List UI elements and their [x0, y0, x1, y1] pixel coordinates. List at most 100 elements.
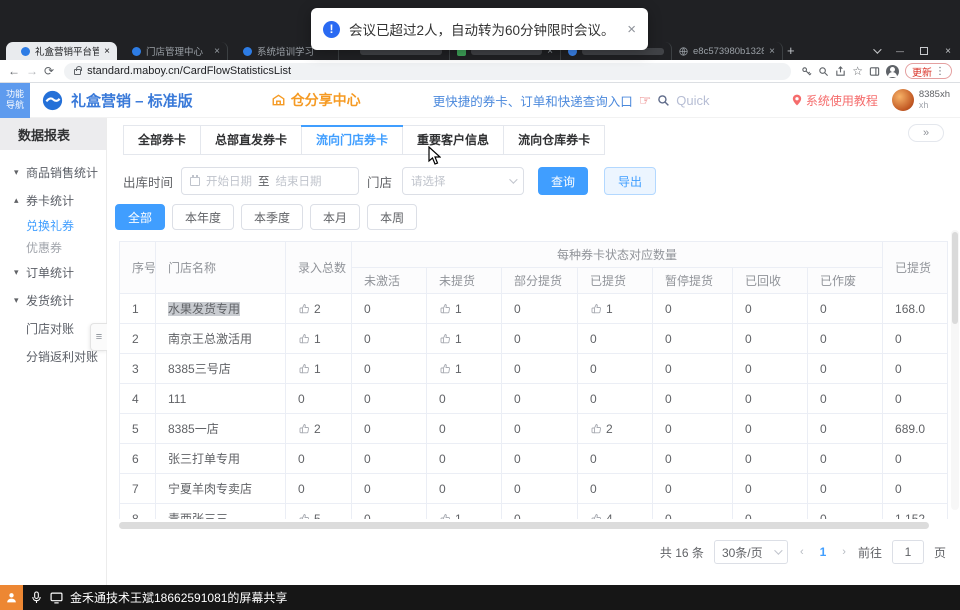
- user-menu[interactable]: 8385xh xh: [892, 89, 950, 111]
- table-row: 6张三打单专用000000000: [120, 444, 948, 474]
- next-page-button[interactable]: ›: [840, 546, 848, 558]
- sidebar-item[interactable]: ▾商品销售统计: [0, 158, 106, 186]
- thumb-up-icon[interactable]: [590, 423, 602, 435]
- browser-update-button[interactable]: 更新 ⋮: [905, 63, 952, 79]
- prev-page-button[interactable]: ‹: [798, 546, 806, 558]
- quick-search-icon[interactable]: [657, 94, 670, 107]
- thumb-up-icon[interactable]: [439, 513, 451, 520]
- forward-icon[interactable]: →: [26, 65, 38, 77]
- close-icon[interactable]: ×: [769, 46, 775, 57]
- maximize-button[interactable]: [912, 42, 936, 60]
- tab-search-icon[interactable]: [864, 42, 888, 60]
- amount-cell: 0: [883, 444, 948, 474]
- tutorial-link[interactable]: 系统使用教程: [792, 92, 878, 109]
- cell-value: 0: [364, 422, 371, 436]
- sidebar-subitem[interactable]: 优惠券: [0, 236, 106, 258]
- password-key-icon[interactable]: [801, 66, 812, 77]
- thumb-up-icon[interactable]: [590, 303, 602, 315]
- url-bar[interactable]: standard.maboy.cn/CardFlowStatisticsList: [64, 63, 791, 80]
- browser-tab[interactable]: 礼盒营销平台管理中心×: [6, 42, 117, 60]
- minimize-button[interactable]: —: [888, 42, 912, 60]
- share-bar-text: 金禾通技术王斌18662591081的屏幕共享: [70, 589, 287, 606]
- cell-content: 0: [298, 392, 351, 406]
- quick-filter-button[interactable]: 本季度: [241, 204, 303, 230]
- horizontal-scrollbar[interactable]: [119, 522, 929, 529]
- quick-filter-button[interactable]: 本年度: [172, 204, 234, 230]
- menu-dots-icon[interactable]: ⋮: [935, 66, 945, 77]
- cell-value: 0: [364, 512, 371, 520]
- reload-icon[interactable]: ⟳: [44, 65, 54, 77]
- column-header: 门店名称: [156, 242, 286, 294]
- value-cell: 0: [733, 324, 808, 354]
- cell-content: 0: [745, 452, 807, 466]
- sidebar-collapse-handle[interactable]: ≡: [90, 323, 107, 351]
- cell-content: 0: [665, 512, 732, 520]
- cell-content: 0: [665, 392, 732, 406]
- store-select[interactable]: 请选择: [402, 167, 524, 195]
- function-nav-button[interactable]: 功能 导航: [0, 83, 30, 118]
- expand-button[interactable]: »: [908, 124, 944, 142]
- column-header: 未提货: [427, 268, 502, 294]
- toast-close-icon[interactable]: ×: [627, 21, 636, 38]
- zoom-icon[interactable]: [818, 66, 829, 77]
- vertical-scrollbar[interactable]: [951, 230, 959, 510]
- content-tab[interactable]: 流向仓库券卡: [504, 126, 604, 154]
- cell-value: 0: [745, 422, 752, 436]
- quick-filter-button[interactable]: 本周: [367, 204, 417, 230]
- thumb-up-icon[interactable]: [590, 513, 602, 520]
- quick-entry-link[interactable]: 更快捷的券卡、订单和快递查询入口 ☞ Quick: [433, 91, 710, 110]
- page-size-select[interactable]: 30条/页: [714, 540, 788, 564]
- content-tab[interactable]: 总部直发券卡: [201, 126, 302, 154]
- sidebar-item[interactable]: ▴券卡统计: [0, 186, 106, 214]
- sidebar-item[interactable]: ▾发货统计: [0, 286, 106, 314]
- new-tab-button[interactable]: +: [787, 43, 795, 58]
- store-name-cell: 南京王总激活用: [156, 324, 286, 354]
- date-range-input[interactable]: 开始日期 至 结束日期: [181, 167, 359, 195]
- window-controls: — ×: [864, 42, 960, 60]
- bookmark-star-icon[interactable]: ☆: [852, 65, 863, 77]
- user-avatar: [892, 89, 914, 111]
- warehouse-share-center-link[interactable]: 仓分享中心: [271, 90, 361, 110]
- value-cell: 0: [808, 384, 883, 414]
- close-window-button[interactable]: ×: [936, 42, 960, 60]
- row-index-cell: 7: [120, 474, 156, 504]
- thumb-up-icon[interactable]: [298, 303, 310, 315]
- sidebar-subitem-label: 优惠券: [26, 239, 62, 256]
- cell-content: 0: [439, 452, 501, 466]
- thumb-up-icon[interactable]: [298, 513, 310, 520]
- content-tab[interactable]: 流向门店券卡: [302, 126, 403, 154]
- export-button[interactable]: 导出: [604, 167, 656, 195]
- goto-page-input[interactable]: 1: [892, 540, 924, 564]
- thumb-up-icon[interactable]: [439, 333, 451, 345]
- search-button[interactable]: 查询: [538, 167, 588, 195]
- quick-filter-button[interactable]: 全部: [115, 204, 165, 230]
- thumb-up-icon[interactable]: [439, 303, 451, 315]
- quick-filter-button[interactable]: 本月: [310, 204, 360, 230]
- close-icon[interactable]: ×: [214, 46, 220, 57]
- thumb-up-icon[interactable]: [298, 363, 310, 375]
- side-panel-icon[interactable]: [869, 66, 880, 77]
- cell-value: 0: [364, 302, 371, 316]
- content-tab[interactable]: 全部券卡: [124, 126, 201, 154]
- share-icon[interactable]: [835, 66, 846, 77]
- sidebar-item[interactable]: ▾订单统计: [0, 258, 106, 286]
- thumb-up-icon[interactable]: [298, 333, 310, 345]
- browser-tab[interactable]: e8c573980b1328a258fd2e6f8×: [672, 42, 783, 60]
- table-wrap: 序号门店名称录入总数每种券卡状态对应数量已提货未激活未提货部分提货已提货暂停提货…: [119, 241, 960, 519]
- value-cell: 2: [286, 414, 352, 444]
- cell-value: 0: [665, 302, 672, 316]
- browser-profile-avatar[interactable]: [886, 65, 899, 78]
- value-cell: 0: [352, 444, 427, 474]
- browser-tab[interactable]: 门店管理中心×: [117, 42, 228, 60]
- back-icon[interactable]: ←: [8, 65, 20, 77]
- thumb-up-icon[interactable]: [439, 363, 451, 375]
- sidebar-subitem[interactable]: 兑换礼券: [0, 214, 106, 236]
- value-cell: 0: [808, 474, 883, 504]
- chevron-down-icon: [774, 546, 782, 554]
- column-header: 已提货: [578, 268, 653, 294]
- close-icon[interactable]: ×: [104, 46, 110, 57]
- value-cell: 1: [286, 324, 352, 354]
- thumb-up-icon[interactable]: [298, 423, 310, 435]
- current-page[interactable]: 1: [816, 545, 831, 559]
- content-tab[interactable]: 重要客户信息: [403, 126, 504, 154]
